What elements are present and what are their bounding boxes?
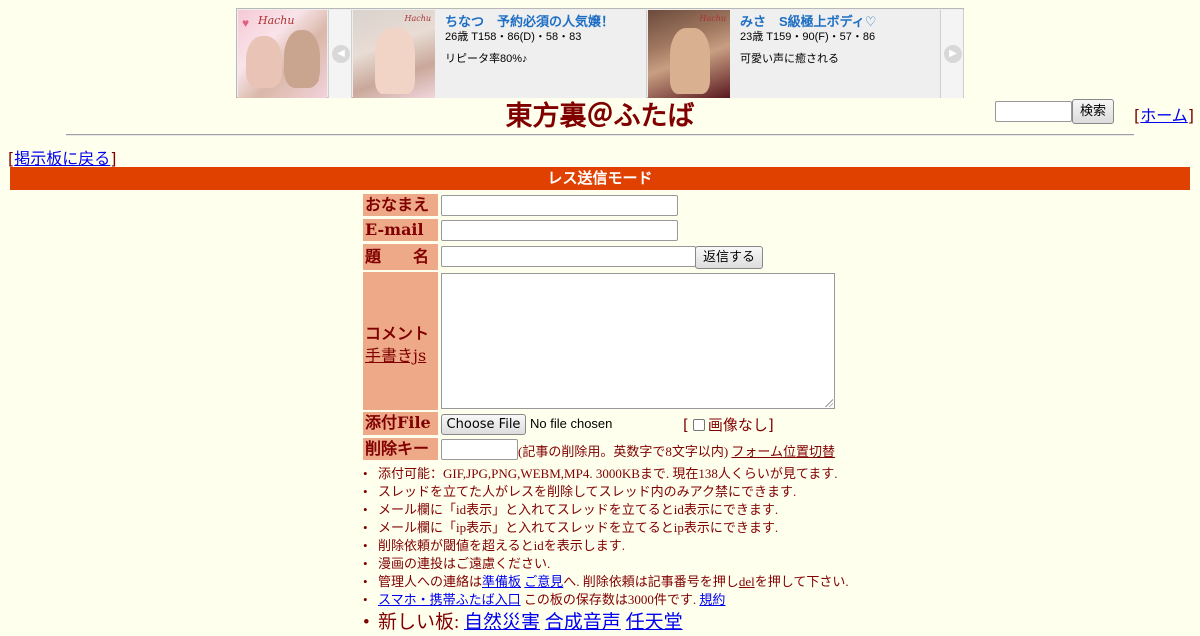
search-button[interactable]: 検索 (1072, 99, 1114, 124)
comment-label-cell: コメント 手書きjs (363, 272, 438, 410)
divider (66, 134, 1134, 136)
ad-photo-figure (375, 28, 415, 94)
choose-file-button[interactable]: Choose File (441, 414, 526, 435)
banner-logo-figure (246, 36, 282, 88)
note-item: 漫画の連投はご遠慮ください. (362, 555, 849, 573)
reply-mode-bar: レス送信モード (10, 167, 1190, 190)
note-item: 添付可能：GIF,JPG,PNG,WEBM,MP4. 3000KBまで. 現在1… (362, 465, 849, 483)
comment-label: コメント (365, 324, 430, 343)
note-item: スレッドを立てた人がレスを削除してスレッド内のみアク禁にできます. (362, 483, 849, 501)
delete-key-note: (記事の削除用。英数字で8文字以内) (518, 444, 729, 459)
terms-link[interactable]: 規約 (699, 592, 725, 607)
no-image-option: [画像なし] (683, 416, 774, 434)
email-input[interactable] (441, 220, 678, 241)
name-input[interactable] (441, 195, 678, 216)
prep-board-link[interactable]: 準備板 (482, 574, 521, 589)
back-link-container: [掲示板に戻る] (8, 149, 117, 168)
board-notes-list: 添付可能：GIF,JPG,PNG,WEBM,MP4. 3000KBまで. 現在1… (362, 465, 849, 636)
banner-logo-text: Hachu (258, 14, 295, 27)
handwriting-link[interactable]: 手書きjs (365, 342, 426, 366)
ad-photo-logo: Hachu (404, 14, 431, 23)
new-boards-item: 新しい板: 自然災害 合成音声 任天堂 (362, 610, 849, 636)
ad-description: 可愛い声に癒される (740, 53, 839, 65)
no-image-label[interactable]: 画像なし (708, 416, 768, 434)
chevron-left-icon: ◀ (332, 45, 350, 63)
heart-icon: ♥ (242, 16, 250, 30)
name-label: おなまえ (363, 194, 438, 216)
search-input[interactable] (995, 101, 1072, 122)
ad-spec: 23歳 T159・90(F)・57・86 (740, 31, 876, 43)
mobile-entrance-link[interactable]: スマホ・携帯ふたば入口 (378, 592, 521, 607)
ad-title[interactable]: ちなつ 予約必須の人気嬢！ (445, 13, 642, 30)
note-item: スマホ・携帯ふたば入口 この板の保存数は3000件です. 規約 (362, 591, 849, 609)
note-item: 削除依頼が閾値を超えるとidを表示します. (362, 537, 849, 555)
ad-photo[interactable]: Hachu (353, 10, 435, 98)
email-label: E-mail (363, 219, 438, 241)
chevron-right-icon: ▶ (944, 45, 962, 63)
file-label: 添付File (363, 412, 438, 435)
banner-logo-figure (284, 30, 320, 88)
del-link[interactable]: del (739, 574, 755, 589)
note-text: へ. 削除依頼は記事番号を押し (563, 574, 739, 589)
home-link[interactable]: ホーム (1140, 106, 1188, 125)
note-text: を押して下さい. (754, 574, 849, 589)
delete-key-input[interactable] (441, 439, 518, 460)
subject-input[interactable] (441, 246, 696, 267)
carousel-prev-button[interactable]: ◀ (328, 10, 352, 98)
form-position-toggle-link[interactable]: フォーム位置切替 (731, 444, 835, 459)
ad-spec: 26歳 T158・86(D)・58・83 (445, 31, 582, 43)
delete-key-note-container: (記事の削除用。英数字で8文字以内) フォーム位置切替 (518, 441, 835, 460)
note-text: 管理人への連絡は (378, 574, 483, 589)
delete-key-label: 削除キー (363, 438, 438, 460)
banner-logo-image[interactable]: ♥ ♥ Hachu (238, 10, 327, 98)
ad-photo[interactable]: Hachu (648, 10, 730, 98)
carousel-next-button[interactable]: ▶ (940, 10, 964, 98)
ad-photo-logo: Hachu (699, 14, 726, 23)
feedback-link[interactable]: ご意見 (524, 574, 563, 589)
ad-description: リピータ率80%♪ (445, 53, 528, 65)
ad-photo-figure (670, 28, 710, 94)
note-item: 管理人への連絡は準備板 ご意見へ. 削除依頼は記事番号を押しdelを押して下さい… (362, 573, 849, 591)
ad-item[interactable]: Hachu ちなつ 予約必須の人気嬢！ 26歳 T158・86(D)・58・83… (353, 10, 647, 98)
comment-textarea[interactable] (441, 273, 835, 409)
subject-label: 題 名 (363, 244, 438, 270)
resize-handle-icon[interactable] (825, 399, 833, 407)
home-link-container: [ホーム] (1134, 106, 1195, 125)
file-status-text: No file chosen (530, 416, 613, 431)
back-to-board-link[interactable]: 掲示板に戻る (14, 149, 110, 168)
no-image-checkbox[interactable] (692, 419, 705, 431)
submit-reply-button[interactable]: 返信する (695, 246, 763, 269)
ad-item[interactable]: Hachu みさ S級極上ボディ♡ 23歳 T159・90(F)・57・86 可… (648, 10, 942, 98)
ad-banner[interactable]: ♥ ♥ Hachu ◀ Hachu ちなつ 予約必須の人気嬢！ 26歳 T158… (236, 8, 964, 98)
note-item: メール欄に「ip表示」と入れてスレッドを立てるとip表示にできます. (362, 519, 849, 537)
note-text: この板の保存数は3000件です. (520, 592, 697, 607)
note-item: メール欄に「id表示」と入れてスレッドを立てるとid表示にできます. (362, 501, 849, 519)
ad-title[interactable]: みさ S級極上ボディ♡ (740, 13, 937, 30)
